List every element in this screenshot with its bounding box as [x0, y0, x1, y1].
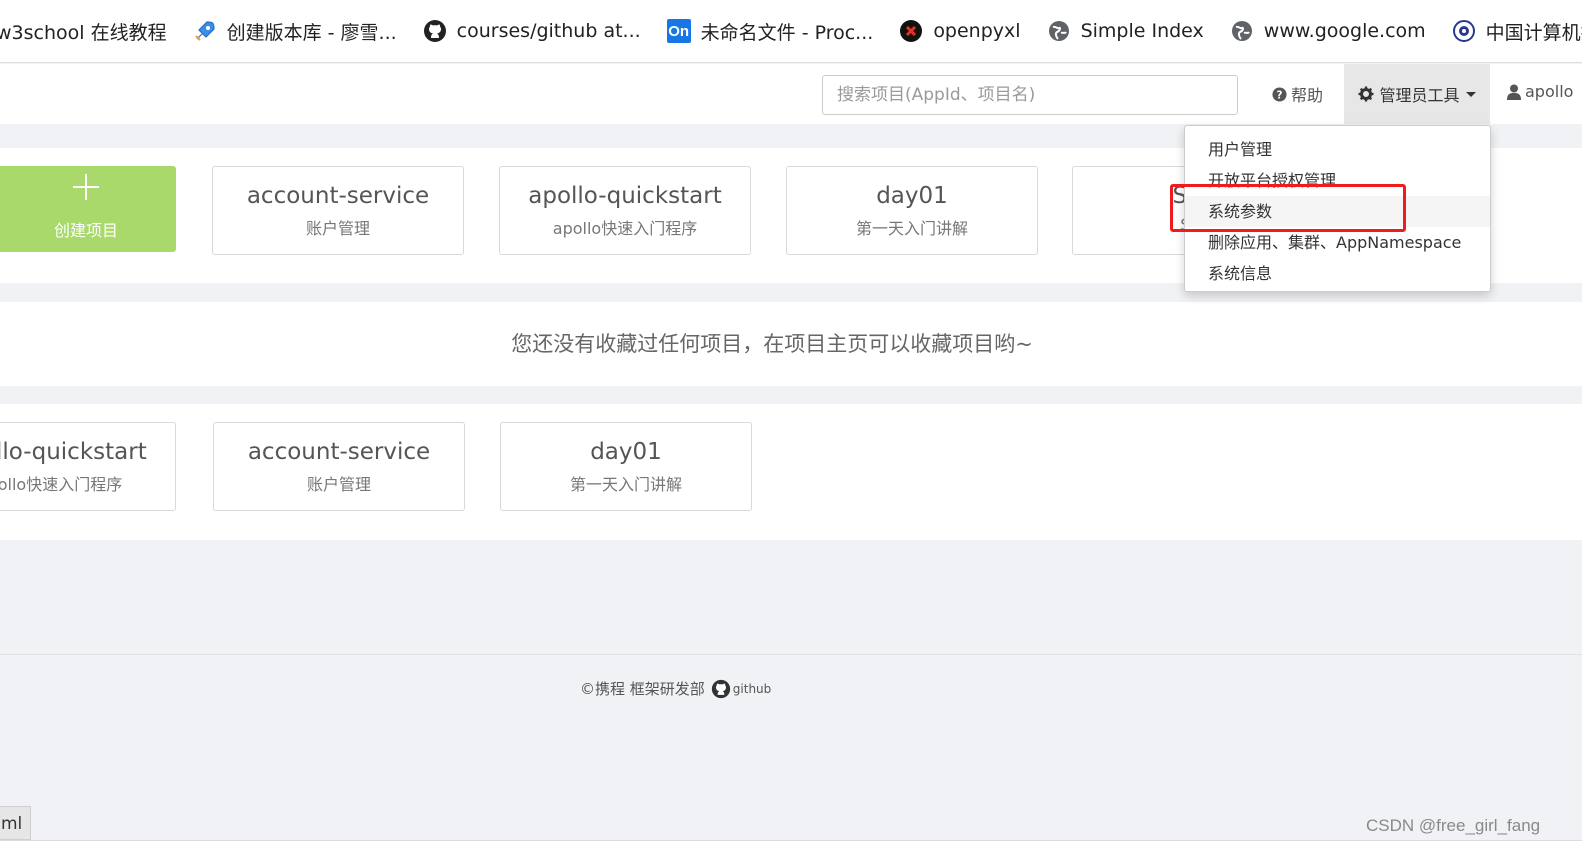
bookmarks-bar: w3school 在线教程 创建版本库 - 廖雪... courses/gith…: [0, 0, 1582, 63]
bookmark-openpyxl[interactable]: openpyxl: [899, 19, 1021, 43]
search-input[interactable]: [822, 75, 1238, 115]
project-desc: apollo快速入门程序: [552, 219, 698, 238]
footer-divider: [0, 654, 1582, 655]
bookmark-google[interactable]: www.google.com: [1230, 19, 1426, 43]
create-project-label: 创建项目: [53, 221, 118, 240]
help-label: 帮助: [1291, 86, 1324, 105]
footer-copyright: ©携程 框架研发部: [580, 680, 705, 698]
rocket-icon: [193, 19, 217, 43]
bookmark-label: 未命名文件 - Proc...: [700, 21, 874, 44]
bookmark-courses-github[interactable]: courses/github at...: [423, 19, 641, 43]
favorites-empty-message: 您还没有收藏过任何项目，在项目主页可以收藏项目哟~: [511, 332, 1033, 356]
bookmark-simple-index[interactable]: Simple Index: [1047, 19, 1204, 43]
status-bar: [0, 840, 1582, 855]
download-tab[interactable]: ml: [0, 806, 31, 840]
project-card[interactable]: apollo-quickstart apollo快速入门程序: [0, 422, 176, 511]
project-desc: 账户管理: [306, 475, 371, 494]
project-name: apollo-quickstart: [0, 439, 147, 465]
github-icon: [423, 19, 447, 43]
footer: ©携程 框架研发部 github: [580, 678, 771, 699]
create-project-button[interactable]: 创建项目: [0, 166, 176, 252]
project-name: day01: [590, 439, 662, 465]
admin-tools-label: 管理员工具: [1379, 86, 1460, 105]
project-desc: 账户管理: [305, 219, 370, 238]
bookmark-label: Simple Index: [1080, 20, 1204, 42]
on-icon-text: On: [668, 22, 690, 40]
svg-text:?: ?: [1277, 89, 1283, 101]
globe-icon: [1230, 19, 1254, 43]
project-desc: 第一天入门讲解: [855, 219, 968, 238]
project-desc: 第一天入门讲解: [569, 475, 682, 494]
project-card[interactable]: account-service 账户管理: [213, 422, 465, 511]
menu-item-system-info[interactable]: 系统信息: [1185, 258, 1490, 289]
menu-item-user-management[interactable]: 用户管理: [1185, 134, 1490, 165]
gear-icon: [1358, 86, 1374, 102]
user-label: apollo: [1525, 82, 1574, 101]
plus-icon: [0, 172, 176, 209]
question-circle-icon: ?: [1272, 86, 1287, 102]
on-icon: On: [666, 19, 691, 43]
project-name: account-service: [246, 183, 430, 209]
bookmark-label: 创建版本库 - 廖雪...: [226, 21, 397, 44]
help-link[interactable]: ? 帮助: [1272, 82, 1323, 106]
user-icon: [1507, 84, 1521, 100]
project-name: day01: [876, 183, 948, 209]
bookmark-label: openpyxl: [933, 20, 1021, 42]
bookmark-china-computer[interactable]: 中国计算机技术职...: [1452, 18, 1582, 45]
highlight-annotation-box: [1170, 184, 1406, 232]
project-card[interactable]: account-service 账户管理: [212, 166, 464, 255]
x-icon: [899, 19, 923, 43]
bookmark-label: courses/github at...: [456, 20, 641, 42]
seal-icon: [1452, 19, 1476, 43]
project-name: account-service: [247, 439, 431, 465]
bookmark-label: 中国计算机技术职...: [1485, 21, 1582, 44]
project-card[interactable]: apollo-quickstart apollo快速入门程序: [499, 166, 751, 255]
recent-projects-section: apollo-quickstart apollo快速入门程序 account-s…: [0, 404, 1582, 540]
bookmark-w3school[interactable]: w3school 在线教程: [0, 18, 167, 45]
bookmark-label: w3school 在线教程: [0, 21, 167, 44]
project-name: apollo-quickstart: [528, 183, 722, 209]
caret-down-icon: [1465, 91, 1476, 97]
project-card[interactable]: day01 第一天入门讲解: [500, 422, 752, 511]
bookmark-label: www.google.com: [1263, 20, 1426, 42]
globe-icon: [1047, 19, 1071, 43]
bookmark-processon[interactable]: On 未命名文件 - Proc...: [666, 18, 874, 45]
project-desc: apollo快速入门程序: [0, 475, 123, 494]
top-navbar: ? 帮助 管理员工具 apollo: [0, 64, 1582, 124]
github-icon: [711, 679, 731, 699]
user-menu[interactable]: apollo: [1507, 82, 1573, 101]
watermark: CSDN @free_girl_fang: [1366, 816, 1541, 835]
bookmark-liaoxuefeng[interactable]: 创建版本库 - 廖雪...: [193, 18, 397, 45]
footer-github-link[interactable]: github: [733, 682, 771, 696]
favorites-section: 您还没有收藏过任何项目，在项目主页可以收藏项目哟~: [0, 302, 1582, 386]
project-card[interactable]: day01 第一天入门讲解: [786, 166, 1038, 255]
admin-tools-toggle[interactable]: 管理员工具: [1344, 64, 1490, 124]
download-tab-label: ml: [1, 814, 23, 834]
